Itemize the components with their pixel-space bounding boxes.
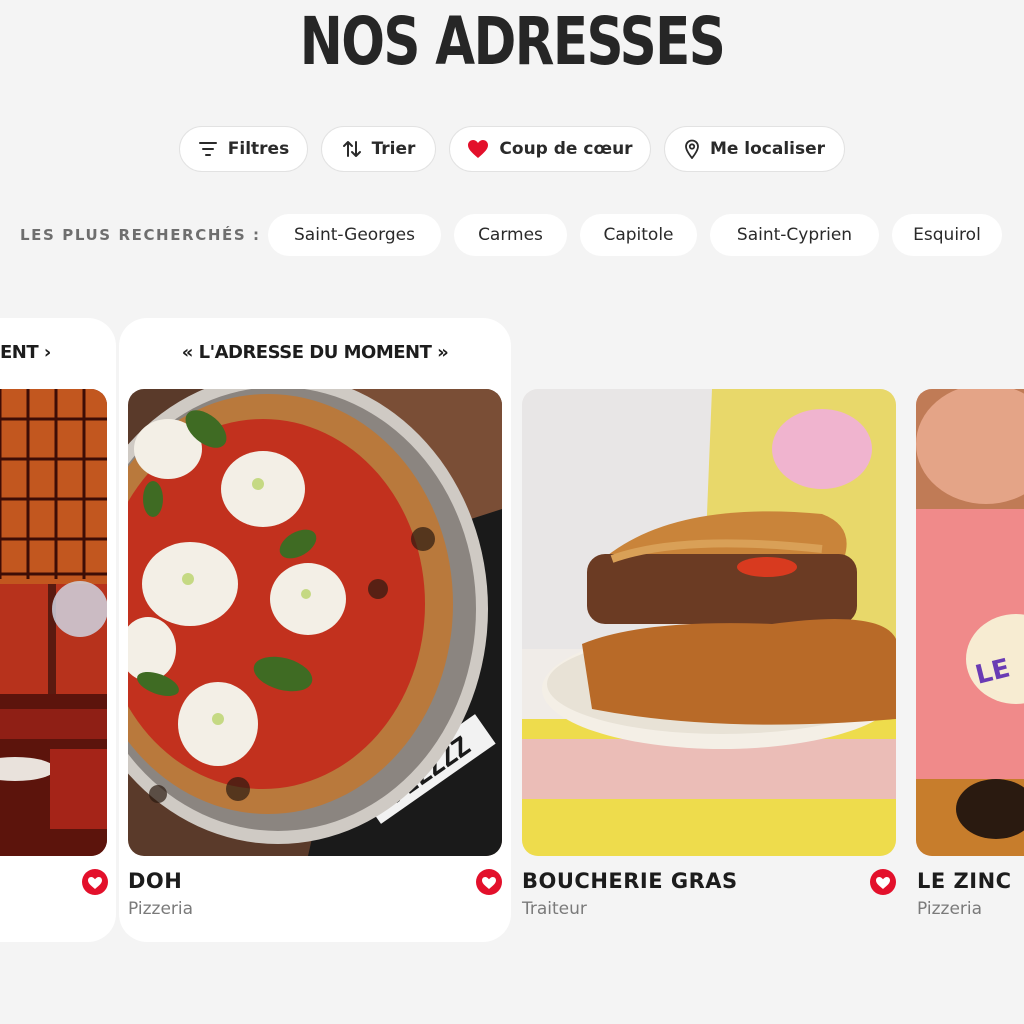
favorite-heart-button-boucherie-gras[interactable]	[869, 868, 897, 896]
favorites-button[interactable]: Coup de cœur	[449, 126, 651, 172]
locate-me-label: Me localiser	[709, 139, 826, 159]
card-photo-doh[interactable]: PIZZZZ	[128, 389, 502, 856]
card-photo-restaurant-interior[interactable]	[0, 389, 107, 856]
card-name-le-zinc[interactable]: LE ZINC	[917, 866, 1012, 896]
filters-button[interactable]: Filtres	[179, 126, 308, 172]
filters-label: Filtres	[227, 139, 290, 159]
location-pin-icon	[684, 139, 700, 159]
heart-outline-icon	[82, 869, 108, 895]
favorite-heart-button-doh[interactable]	[475, 868, 503, 896]
filter-icon	[198, 141, 218, 157]
card-name-boucherie-gras[interactable]: BOUCHERIE GRAS	[522, 866, 738, 896]
card-type-doh: Pizzeria	[128, 899, 194, 919]
heart-outline-icon	[870, 869, 896, 895]
featured-label-partial: ENT ›	[0, 342, 51, 363]
favorite-heart-button[interactable]	[81, 868, 109, 896]
locate-me-button[interactable]: Me localiser	[664, 126, 845, 172]
page-title: NOS ADRESSES	[299, 3, 726, 80]
heart-icon	[467, 139, 489, 159]
chip-esquirol[interactable]: Esquirol	[892, 214, 1002, 256]
popular-searches: LES PLUS RECHERCHÉS : Saint-Georges Carm…	[0, 214, 1024, 258]
meat-pie-image	[522, 389, 896, 856]
restaurant-interior-image	[0, 389, 107, 856]
sort-arrows-icon	[342, 139, 362, 159]
sort-button[interactable]: Trier	[321, 126, 436, 172]
card-type-le-zinc: Pizzeria	[917, 899, 983, 919]
featured-label: « L'ADRESSE DU MOMENT »	[181, 342, 449, 363]
heart-outline-icon	[476, 869, 502, 895]
sort-label: Trier	[371, 139, 416, 159]
pizza-image: PIZZZZ	[128, 389, 502, 856]
chip-capitole[interactable]: Capitole	[580, 214, 697, 256]
favorites-label: Coup de cœur	[499, 139, 633, 159]
card-photo-le-zinc[interactable]: LE	[916, 389, 1024, 856]
chip-saint-cyprien[interactable]: Saint-Cyprien	[710, 214, 879, 256]
chip-carmes[interactable]: Carmes	[454, 214, 567, 256]
card-name-doh[interactable]: DOH	[128, 866, 182, 896]
chip-saint-georges[interactable]: Saint-Georges	[268, 214, 441, 256]
card-photo-boucherie-gras[interactable]	[522, 389, 896, 856]
popular-searches-label: LES PLUS RECHERCHÉS :	[20, 226, 261, 244]
toolbar: Filtres Trier Coup de cœur Me localiser	[0, 126, 1024, 174]
card-type-boucherie-gras: Traiteur	[522, 899, 587, 919]
le-zinc-image: LE	[916, 389, 1024, 856]
